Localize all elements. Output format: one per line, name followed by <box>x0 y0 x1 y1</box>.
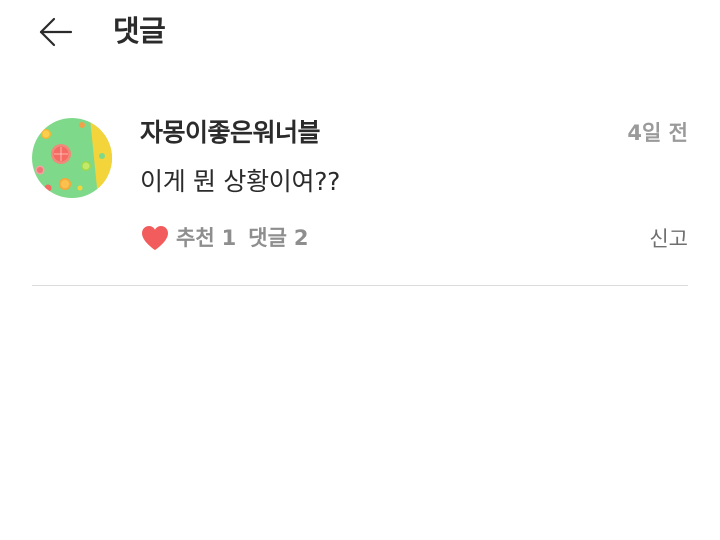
avatar[interactable] <box>32 118 112 198</box>
divider <box>32 285 688 286</box>
back-button[interactable] <box>36 12 76 52</box>
reply-label: 댓글 <box>248 226 287 250</box>
like-label: 추천 <box>176 226 215 250</box>
header: 댓글 <box>0 0 720 64</box>
arrow-left-icon <box>39 17 73 47</box>
like-button[interactable]: 추천 1 <box>140 223 236 253</box>
like-count: 1 <box>221 226 237 250</box>
citrus-avatar-image <box>32 118 112 198</box>
comment-timestamp: 4일 전 <box>627 121 688 145</box>
comment-item: 자몽이좋은워너블 4일 전 이게 뭔 상황이여?? 추천 1 댓글 2 신고 <box>32 112 688 286</box>
reply-count: 2 <box>293 226 309 250</box>
comment-author[interactable]: 자몽이좋은워너블 <box>140 116 321 150</box>
comment-text: 이게 뭔 상황이여?? <box>140 167 341 196</box>
heart-icon <box>142 226 168 250</box>
comments-page: 댓글 자몽이좋은워너블 4일 전 이게 뭔 상황이여?? 추천 1 댓글 2 신… <box>0 0 720 540</box>
reply-button[interactable]: 댓글 2 <box>248 223 308 253</box>
page-title: 댓글 <box>113 14 166 48</box>
comment-actions: 추천 1 댓글 2 <box>140 222 309 254</box>
report-button[interactable]: 신고 <box>649 224 688 254</box>
